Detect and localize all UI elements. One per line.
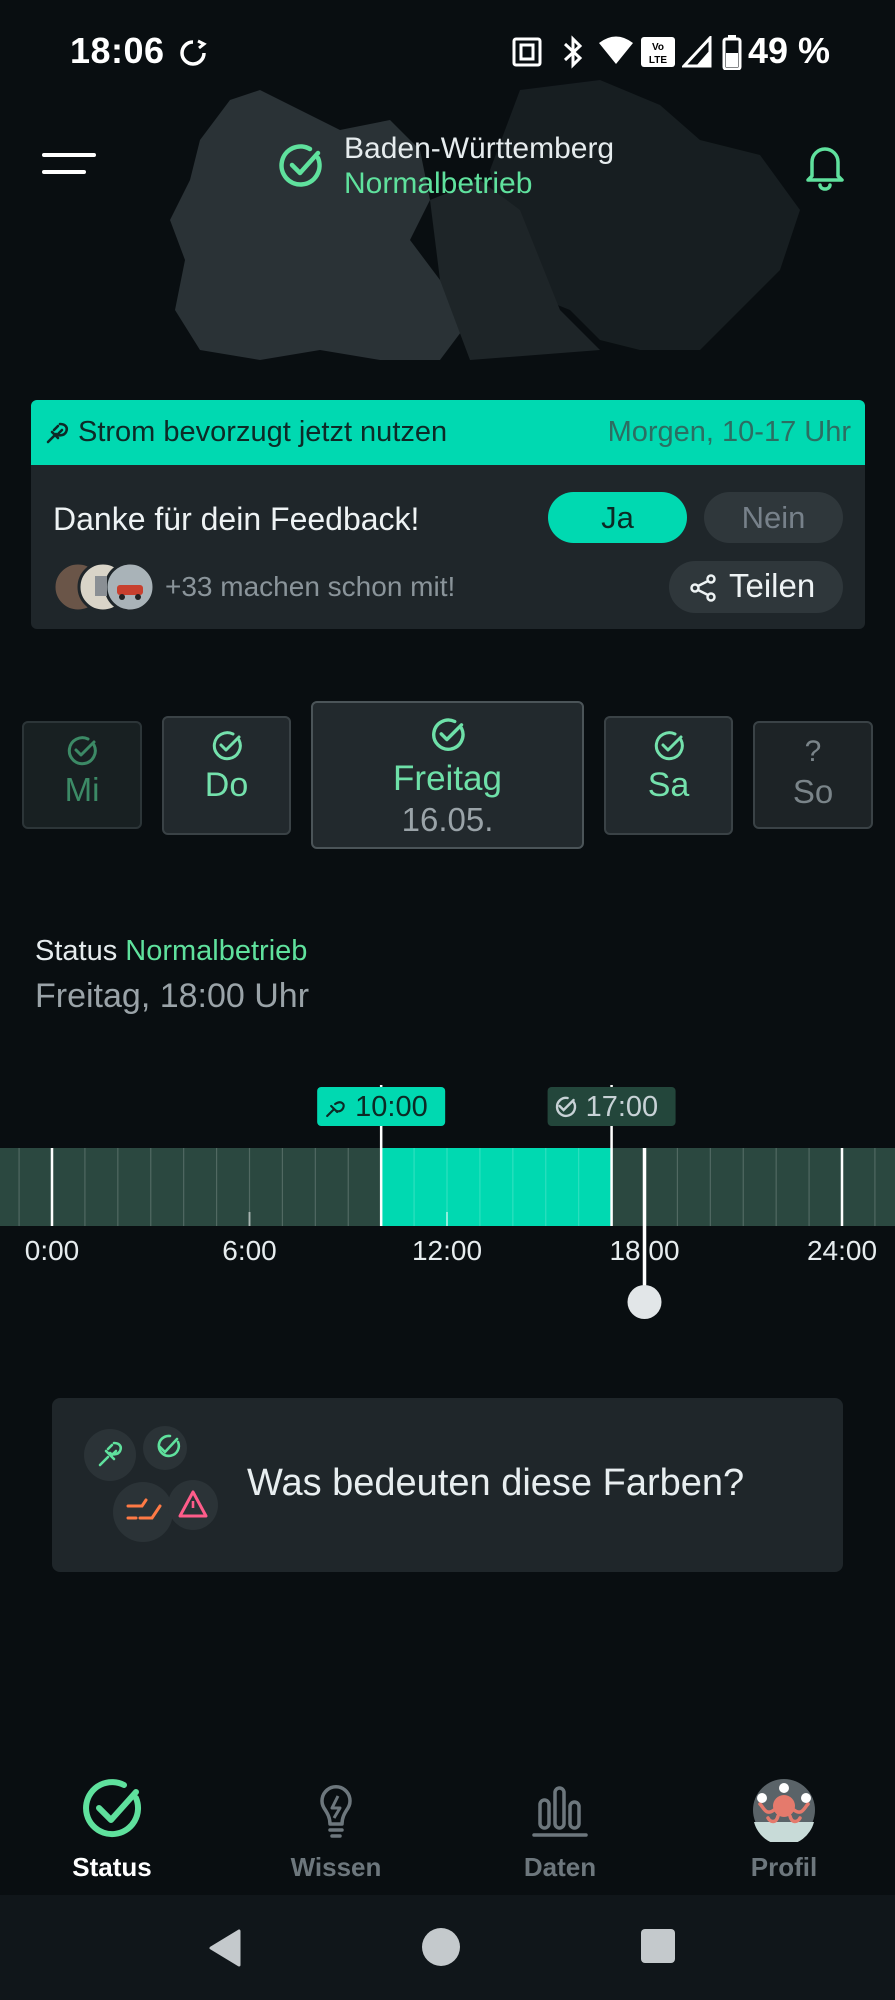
status-label: Status	[35, 935, 118, 967]
yes-button[interactable]: Ja	[548, 492, 687, 543]
check-circle-icon	[279, 144, 322, 187]
unknown-marker: ?	[804, 735, 822, 768]
share-icon	[690, 574, 716, 602]
day-tab-so[interactable]: ? So	[753, 721, 873, 829]
status-datetime: Freitag, 18:00 Uhr	[35, 977, 310, 1015]
timeline-highlight-segment	[381, 1148, 612, 1226]
lightbulb-icon	[320, 1785, 352, 1838]
no-button[interactable]: Nein	[704, 492, 843, 543]
bar-chart-icon	[532, 1786, 588, 1837]
recommendation-banner[interactable]: Strom bevorzugt jetzt nutzen Morgen, 10-…	[31, 400, 865, 465]
region-map	[170, 80, 800, 360]
menu-icon	[42, 153, 96, 174]
nav-status[interactable]: Status	[32, 1778, 192, 1888]
day-timeline[interactable]: 10:00 17:00 0:00 6:00 12:00 18:00 24:00	[0, 1080, 895, 1320]
day-label: Mi	[64, 771, 100, 808]
bell-icon	[806, 147, 844, 191]
check-circle-icon	[83, 1779, 141, 1838]
plug-leaf-icon	[46, 422, 69, 444]
start-tag: 10:00	[317, 1087, 446, 1126]
nav-daten[interactable]: Daten	[480, 1778, 640, 1888]
share-label: Teilen	[729, 567, 816, 604]
feedback-message: Danke für dein Feedback!	[53, 501, 420, 537]
tick-label: 0:00	[25, 1235, 80, 1266]
day-label: Do	[204, 766, 249, 804]
day-label: Sa	[647, 766, 690, 804]
nav-wissen[interactable]: Wissen	[256, 1778, 416, 1888]
participants-count: +33 machen schon mit!	[165, 571, 456, 602]
tick-label: 6:00	[222, 1235, 277, 1266]
nav-label: Daten	[523, 1852, 597, 1882]
day-label: Freitag	[393, 759, 502, 798]
notifications-button[interactable]	[800, 140, 850, 192]
check-circle-icon	[654, 731, 684, 761]
home-icon[interactable]	[421, 1927, 461, 1967]
day-tab-mi[interactable]: Mi	[22, 721, 142, 829]
profile-avatar-icon	[753, 1779, 815, 1842]
check-circle-icon	[431, 718, 465, 751]
status-line: Status Normalbetrieb	[35, 935, 307, 968]
tick-label: 12:00	[412, 1235, 482, 1266]
check-circle-icon	[67, 736, 97, 766]
day-tab-fr[interactable]: Freitag 16.05.	[311, 701, 584, 849]
svg-text:Vo: Vo	[652, 42, 664, 53]
day-date: 16.05.	[401, 801, 494, 838]
participant-avatars	[52, 561, 156, 613]
start-tag-label: 10:00	[355, 1091, 428, 1123]
day-tab-do[interactable]: Do	[162, 716, 291, 835]
system-nav-bar	[0, 1895, 895, 2000]
color-legend-icons	[84, 1426, 218, 1542]
region-status: Normalbetrieb	[344, 167, 533, 200]
recommendation-time: Morgen, 10-17 Uhr	[607, 416, 851, 448]
nav-profil[interactable]: Profil	[704, 1778, 864, 1888]
back-icon[interactable]	[205, 1927, 245, 1969]
end-tag: 17:00	[547, 1087, 676, 1126]
nav-label: Status	[72, 1852, 152, 1882]
nav-label: Profil	[750, 1852, 818, 1882]
check-circle-icon	[212, 731, 242, 761]
tick-label: 24:00	[807, 1235, 877, 1266]
recents-icon[interactable]	[640, 1928, 676, 1964]
day-tab-sa[interactable]: Sa	[604, 716, 733, 835]
end-tag-label: 17:00	[586, 1091, 659, 1123]
status-value: Normalbetrieb	[125, 935, 308, 967]
region-name[interactable]: Baden-Württemberg	[344, 132, 614, 166]
cursor-handle[interactable]	[627, 1285, 662, 1319]
day-label: So	[792, 773, 834, 810]
colors-info-card[interactable]: Was bedeuten diese Farben?	[52, 1398, 843, 1572]
recommendation-title: Strom bevorzugt jetzt nutzen	[78, 416, 448, 448]
nav-label: Wissen	[290, 1852, 382, 1882]
recommendation-card: Strom bevorzugt jetzt nutzen Morgen, 10-…	[31, 400, 865, 629]
menu-button[interactable]	[38, 150, 98, 180]
colors-info-text: Was bedeuten diese Farben?	[247, 1462, 745, 1504]
share-button[interactable]: Teilen	[669, 561, 843, 613]
